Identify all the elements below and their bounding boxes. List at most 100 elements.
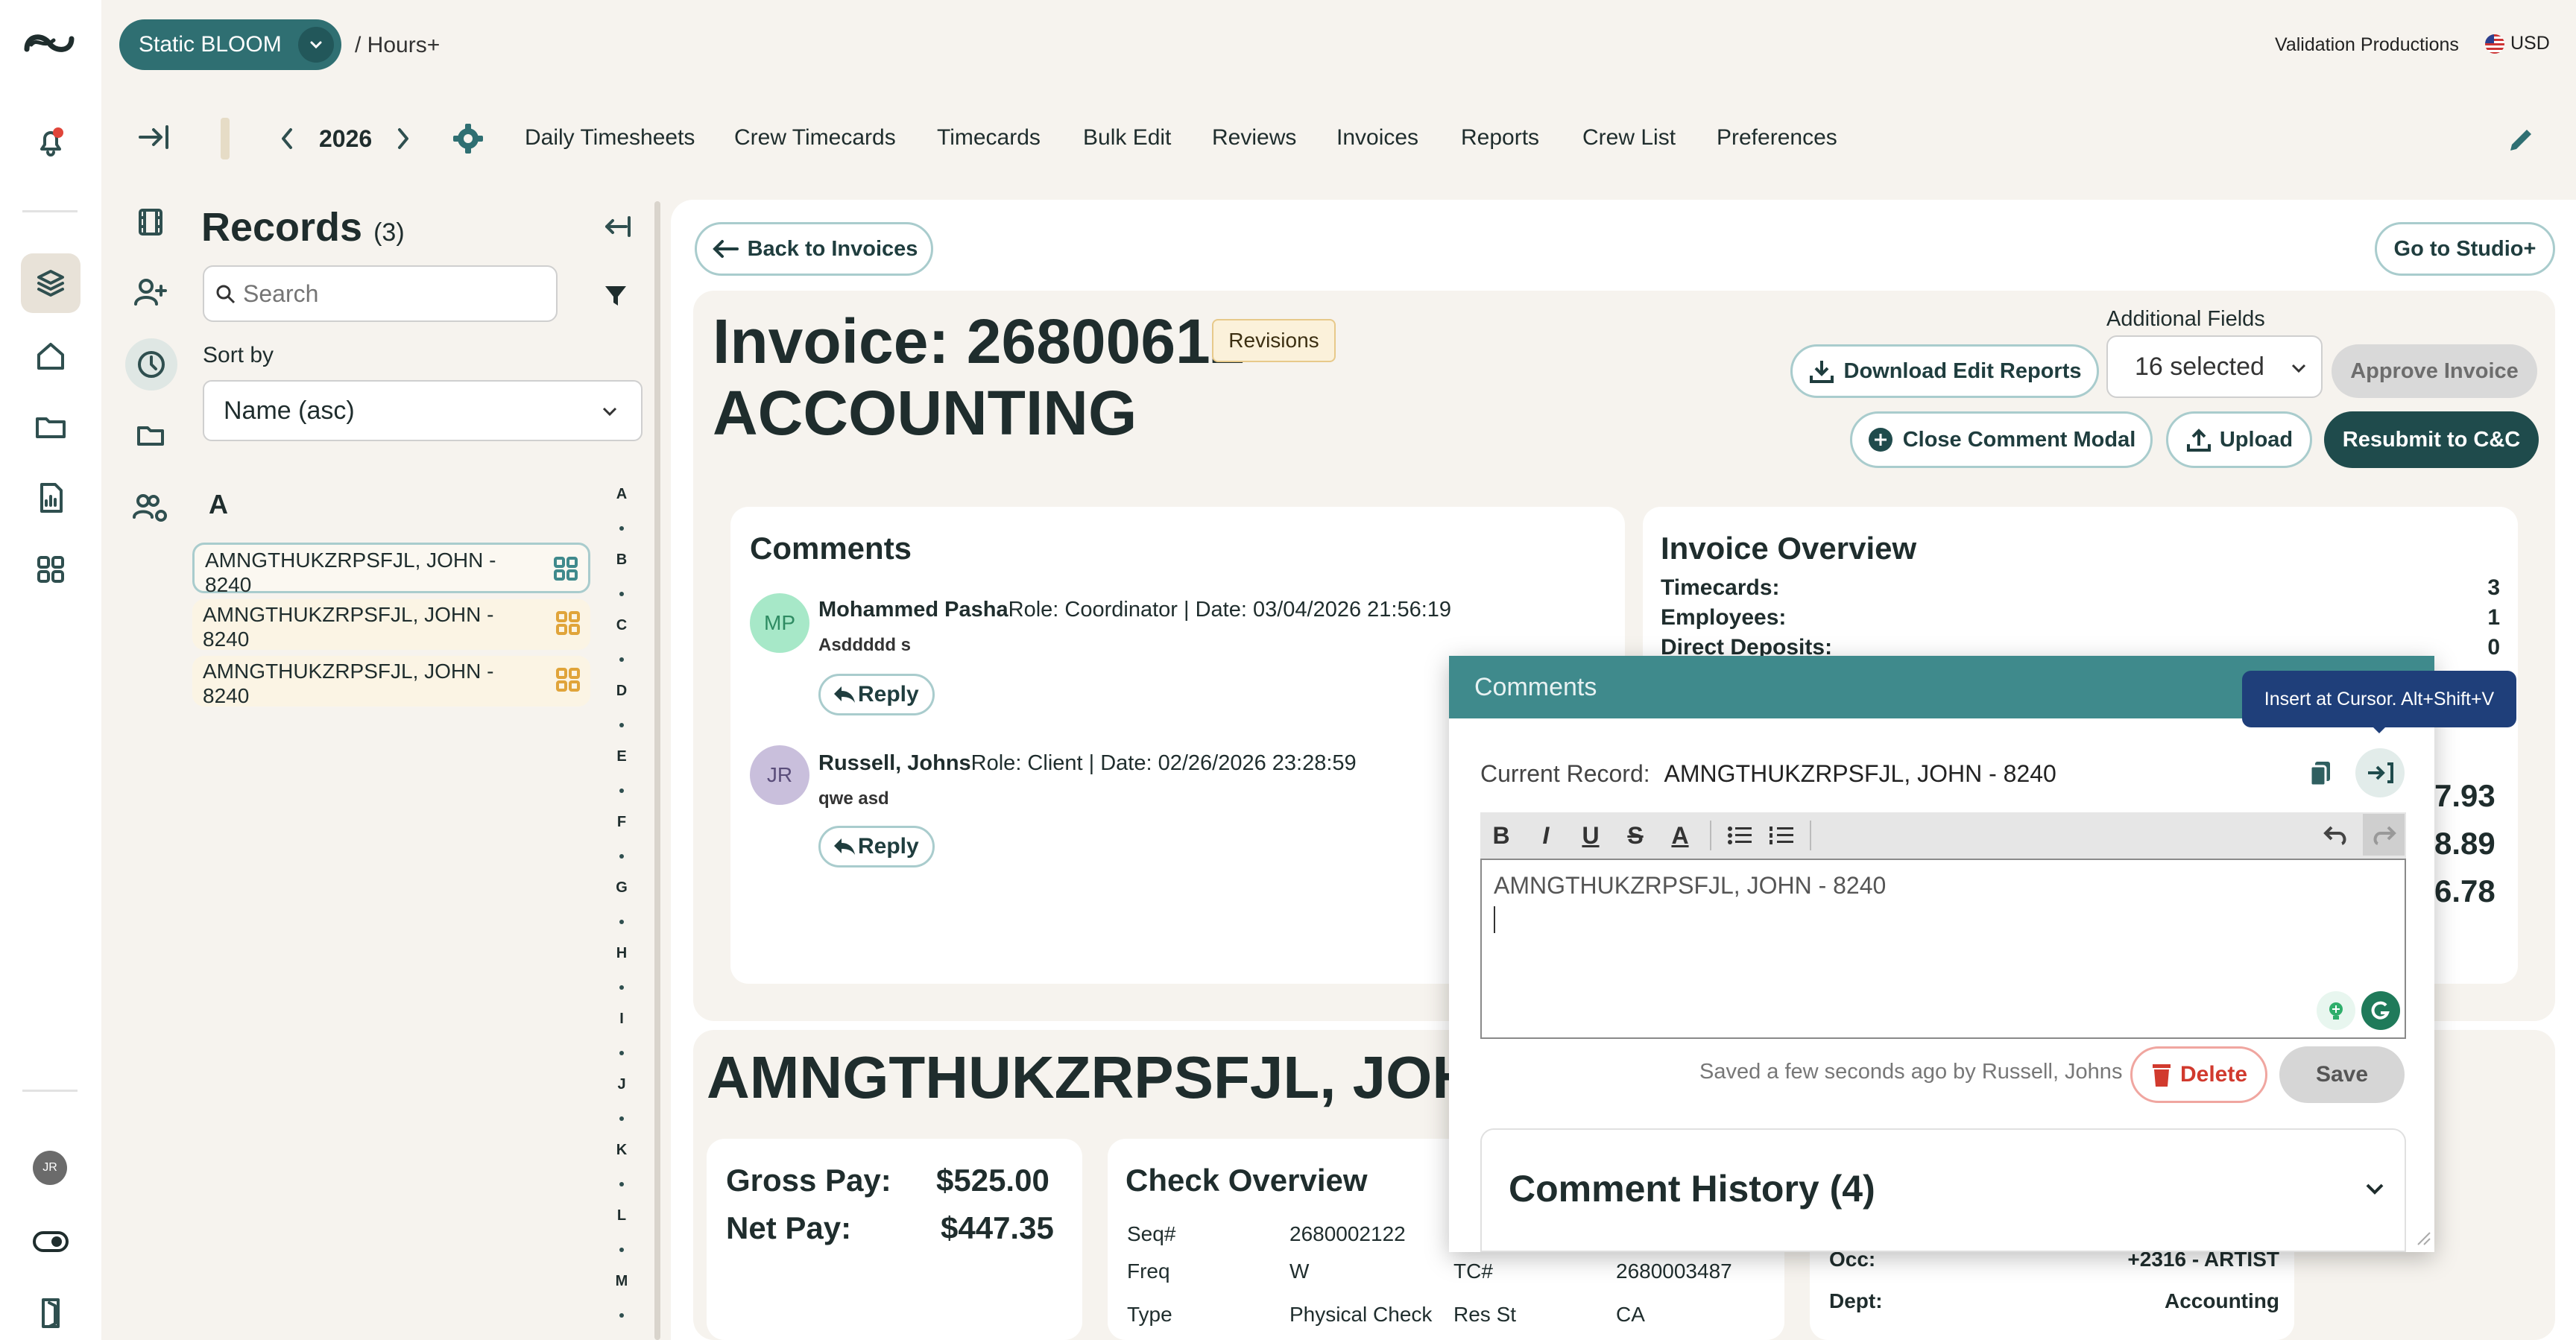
app-logo-icon[interactable] (21, 27, 78, 60)
alpha-index-letter[interactable]: D (610, 683, 634, 700)
nav-invoices[interactable]: Invoices (1336, 125, 1418, 151)
approve-invoice-button[interactable]: Approve Invoice (2332, 344, 2537, 398)
text-color-icon[interactable]: A (1665, 822, 1695, 850)
search-input[interactable] (243, 274, 549, 313)
currency-selector[interactable]: USD (2485, 33, 2550, 54)
filter-funnel-icon[interactable] (601, 280, 631, 310)
apps-grid-icon[interactable] (21, 540, 80, 599)
nav-bulk-edit[interactable]: Bulk Edit (1083, 125, 1171, 151)
comment-history-accordion[interactable]: Comment History (4) (1480, 1128, 2406, 1252)
alpha-index-letter[interactable]: F (610, 814, 634, 831)
nav-reviews[interactable]: Reviews (1212, 125, 1296, 151)
left-rail: JR (0, 0, 101, 1340)
settings-gear-icon[interactable] (450, 121, 486, 157)
team-settings-icon[interactable] (131, 492, 170, 525)
app-switcher[interactable]: Static BLOOM (119, 19, 341, 70)
folder-icon[interactable] (21, 396, 80, 456)
home-icon[interactable] (21, 326, 80, 386)
bullet-list-icon[interactable] (1726, 824, 1753, 847)
copy-icon[interactable] (2300, 753, 2342, 794)
records-folder-icon[interactable] (134, 419, 167, 452)
delete-button[interactable]: Delete (2130, 1046, 2267, 1103)
reply-button[interactable]: Reply (818, 826, 935, 867)
collapse-panel-icon[interactable] (599, 213, 632, 240)
toggle-icon[interactable] (21, 1212, 80, 1271)
back-to-invoices-button[interactable]: Back to Invoices (695, 222, 933, 276)
close-comment-modal-button[interactable]: Close Comment Modal (1850, 411, 2153, 468)
comment-author-line: Mohammed PashaRole: Coordinator | Date: … (818, 598, 1451, 622)
alpha-index-letter[interactable]: L (610, 1207, 634, 1224)
bold-icon[interactable]: B (1486, 822, 1516, 850)
prev-year-chevron-icon[interactable] (276, 125, 298, 152)
alpha-index-letter[interactable]: I (610, 1011, 634, 1028)
check-value: W (1289, 1260, 1310, 1283)
nav-preferences[interactable]: Preferences (1717, 125, 1837, 151)
nav-crew-list[interactable]: Crew List (1582, 125, 1676, 151)
film-icon[interactable] (134, 206, 167, 238)
expand-sidebar-icon[interactable] (136, 122, 171, 152)
nav-daily-timesheets[interactable]: Daily Timesheets (525, 125, 695, 151)
logout-door-icon[interactable] (21, 1283, 80, 1340)
alpha-index-letter[interactable]: K (610, 1142, 634, 1159)
record-list-item[interactable]: AMNGTHUKZRPSFJL, JOHN - 8240 (192, 656, 590, 707)
save-button[interactable]: Save (2279, 1046, 2405, 1103)
resize-handle-icon[interactable] (2415, 1230, 2431, 1246)
add-user-icon[interactable] (133, 276, 168, 309)
lightbulb-icon[interactable] (2317, 991, 2355, 1030)
comment-editor[interactable]: AMNGTHUKZRPSFJL, JOHN - 8240 (1480, 859, 2406, 1039)
grammarly-icon[interactable] (2361, 991, 2400, 1030)
user-avatar[interactable]: JR (33, 1151, 67, 1185)
strikethrough-icon[interactable]: S (1620, 822, 1650, 850)
alpha-index-letter[interactable]: C (610, 617, 634, 634)
chevron-down-icon[interactable] (2361, 1179, 2388, 1200)
underline-icon[interactable]: U (1576, 822, 1606, 850)
arrow-left-icon (710, 238, 740, 260)
go-to-studio-button[interactable]: Go to Studio+ (2375, 222, 2555, 276)
numbered-list-icon[interactable] (1768, 824, 1795, 847)
notifications-bell-icon[interactable] (21, 112, 80, 171)
qr-grid-icon[interactable] (552, 555, 579, 582)
panel-scrollbar[interactable] (654, 201, 660, 1340)
sort-select[interactable]: Name (asc) (203, 380, 643, 441)
qr-grid-icon[interactable] (555, 610, 581, 636)
record-list-item[interactable]: AMNGTHUKZRPSFJL, JOHN - 8240 (192, 599, 590, 651)
additional-fields-select[interactable]: 16 selected (2106, 335, 2323, 398)
breadcrumb[interactable]: / Hours+ (355, 33, 440, 58)
alpha-index-letter[interactable]: M (610, 1273, 634, 1290)
redo-icon[interactable] (2363, 814, 2405, 856)
alpha-index-letter[interactable]: B (610, 552, 634, 569)
alpha-index-dot (619, 592, 624, 596)
undo-icon[interactable] (2321, 820, 2351, 850)
alpha-index-dot (619, 854, 624, 859)
reply-button[interactable]: Reply (818, 674, 935, 715)
alpha-index-letter[interactable]: J (610, 1076, 634, 1093)
alpha-index-letter[interactable]: E (610, 748, 634, 765)
alpha-index-letter[interactable]: A (610, 486, 634, 503)
report-file-icon[interactable] (21, 468, 80, 528)
nav-timecards[interactable]: Timecards (937, 125, 1041, 151)
alpha-index-letter[interactable]: H (610, 945, 634, 962)
alpha-index-letter[interactable]: G (610, 879, 634, 897)
layers-icon[interactable] (21, 253, 80, 313)
chevron-down-icon[interactable] (298, 27, 334, 63)
insert-at-cursor-icon[interactable] (2355, 748, 2405, 797)
editor-toolbar: B I U S A (1480, 812, 2406, 859)
record-id: 8240 (203, 684, 250, 707)
nav-crew-timecards[interactable]: Crew Timecards (734, 125, 896, 151)
revisions-badge[interactable]: Revisions (1212, 319, 1336, 362)
qr-grid-icon[interactable] (555, 666, 581, 693)
upload-button[interactable]: Upload (2166, 411, 2312, 468)
download-edit-reports-button[interactable]: Download Edit Reports (1790, 344, 2099, 398)
nav-reports[interactable]: Reports (1461, 125, 1539, 151)
records-search[interactable] (203, 265, 558, 322)
history-clock-icon[interactable] (125, 338, 177, 391)
edit-pencil-icon[interactable] (2504, 124, 2537, 157)
italic-icon[interactable]: I (1531, 822, 1561, 850)
avatar: MP (750, 593, 809, 653)
comment-author: Russell, Johns (818, 751, 971, 775)
next-year-chevron-icon[interactable] (392, 125, 414, 152)
resubmit-button[interactable]: Resubmit to C&C (2324, 411, 2539, 468)
check-label: Type (1127, 1303, 1172, 1326)
company-name[interactable]: Validation Productions (2275, 34, 2459, 56)
record-list-item[interactable]: AMNGTHUKZRPSFJL, JOHN - 8240 (192, 543, 590, 596)
